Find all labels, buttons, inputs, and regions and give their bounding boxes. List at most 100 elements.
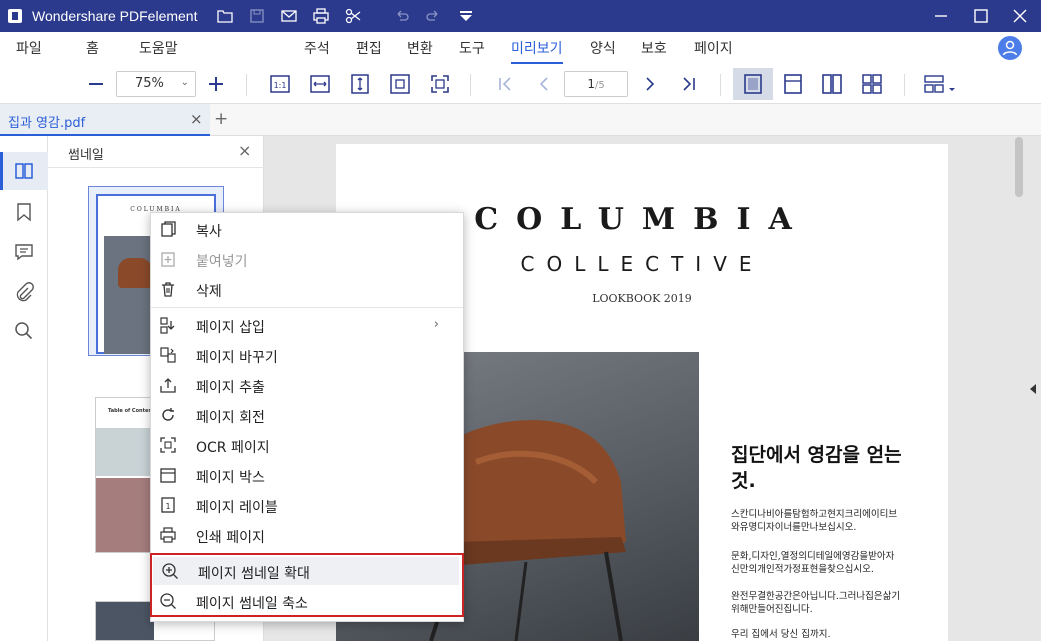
user-avatar-icon[interactable] (998, 36, 1022, 60)
fit-page-icon[interactable] (388, 72, 412, 96)
page-paragraph-4: 우리 집에서 당신 집까지. (731, 629, 831, 640)
redo-icon[interactable] (423, 6, 443, 26)
single-scroll-view-icon[interactable] (781, 72, 805, 96)
fit-width-icon[interactable] (308, 72, 332, 96)
ocr-icon (159, 436, 177, 454)
copy-icon (159, 220, 177, 238)
app-logo-icon (8, 9, 22, 23)
zoom-in-icon[interactable] (204, 72, 228, 96)
thumbnail-panel-button[interactable] (0, 152, 48, 190)
page-paragraph-1: 스칸디나비아를탐험하고현지크리에이티브와유명디자이너를만나보십시오. (731, 509, 898, 533)
app-title: Wondershare PDFelement (32, 8, 198, 24)
search-icon (15, 322, 33, 340)
menu-protect[interactable]: 보호 (641, 38, 667, 58)
menu-item-page-box[interactable]: 페이지 박스 (151, 461, 463, 489)
open-folder-icon[interactable] (215, 6, 235, 26)
zoom-value: 75% (135, 76, 164, 91)
paperclip-icon (16, 282, 34, 302)
menu-tools[interactable]: 도구 (459, 38, 485, 58)
comment-icon (15, 244, 33, 261)
zoom-out-icon[interactable] (84, 72, 108, 96)
menu-item-extract-page[interactable]: 페이지 추출 (151, 371, 463, 399)
previous-page-icon[interactable] (532, 72, 556, 96)
menu-file[interactable]: 파일 (16, 38, 42, 58)
menu-item-replace-page[interactable]: 페이지 바꾸기 (151, 341, 463, 369)
page-paragraph-2: 문화,디자인,열정의디테일에영감을받아자신만의개인적가정표현을찾으십시오. (731, 551, 895, 575)
menu-item-copy[interactable]: 복사 (151, 215, 463, 243)
toolbar-divider (246, 74, 247, 96)
trash-icon (159, 280, 177, 298)
page-number-input[interactable]: 1/5 (564, 71, 628, 97)
grid-view-icon[interactable] (860, 72, 884, 96)
add-tab-icon[interactable]: + (214, 109, 228, 129)
thumb-photo-3 (96, 602, 154, 640)
first-page-icon[interactable] (493, 72, 517, 96)
menu-comment[interactable]: 주석 (304, 38, 330, 58)
page-layout-dropdown-icon[interactable] (923, 72, 959, 96)
collapse-right-panel-icon[interactable] (1030, 384, 1036, 394)
menu-page[interactable]: 페이지 (694, 38, 733, 58)
menu-help[interactable]: 도움말 (139, 38, 178, 58)
menu-convert[interactable]: 변환 (407, 38, 433, 58)
menu-home[interactable]: 홈 (86, 38, 99, 58)
highlight-box (150, 553, 464, 617)
actual-size-icon[interactable]: 1:1 (268, 72, 292, 96)
search-panel-button[interactable] (0, 312, 48, 350)
email-icon[interactable] (279, 6, 299, 26)
view-toolbar: 75% ⌄ 1:1 1/5 (0, 64, 1041, 104)
menu-item-page-label[interactable]: 1 페이지 레이블 (151, 491, 463, 519)
title-bar: Wondershare PDFelement (0, 0, 1041, 32)
attachment-panel-button[interactable] (0, 273, 48, 311)
bookmark-panel-button[interactable] (0, 193, 48, 231)
current-page: 1 (587, 77, 595, 91)
full-screen-icon[interactable] (428, 72, 452, 96)
submenu-arrow-icon: › (433, 317, 439, 332)
svg-text:1: 1 (165, 502, 170, 511)
thumbnail-panel-title: 썸네일 (68, 148, 104, 163)
rotate-icon (159, 406, 177, 424)
thumb-block-2 (96, 478, 154, 552)
zoom-select[interactable]: 75% ⌄ (116, 71, 196, 97)
menu-edit[interactable]: 편집 (356, 38, 382, 58)
menu-item-insert-page[interactable]: 페이지 삽입 › (151, 311, 463, 339)
menu-item-rotate-page[interactable]: 페이지 회전 (151, 401, 463, 429)
toolbar-divider (720, 74, 721, 96)
toolbar-divider (470, 74, 471, 96)
scissors-icon[interactable] (343, 6, 363, 26)
menu-item-print-page[interactable]: 인쇄 페이지 (151, 521, 463, 549)
print-icon[interactable] (311, 6, 331, 26)
document-tab[interactable]: 집과 영감.pdf × (0, 104, 210, 136)
menu-item-paste[interactable]: 붙여넣기 (151, 245, 463, 273)
close-tab-icon[interactable]: × (190, 110, 203, 128)
undo-icon[interactable] (392, 6, 412, 26)
close-window-icon[interactable] (1010, 6, 1030, 26)
thumbnail-icon (15, 163, 33, 179)
menu-form[interactable]: 양식 (590, 38, 616, 58)
next-page-icon[interactable] (638, 72, 662, 96)
replace-page-icon (159, 346, 177, 364)
thumb-toc-title: Table of Conter (108, 408, 151, 414)
vertical-scrollbar[interactable] (1015, 137, 1023, 197)
menu-item-delete[interactable]: 삭제 (151, 275, 463, 303)
two-page-view-icon[interactable] (820, 72, 844, 96)
last-page-icon[interactable] (677, 72, 701, 96)
quick-access-menu-icon[interactable] (456, 6, 476, 26)
close-panel-icon[interactable]: × (238, 141, 251, 160)
menu-bar: 파일 홈 도움말 주석 편집 변환 도구 미리보기 양식 보호 페이지 (0, 32, 1041, 64)
thumb-photo-2 (96, 428, 154, 476)
tab-filename: 집과 영감.pdf (8, 116, 86, 131)
svg-text:1:1: 1:1 (274, 81, 287, 90)
page-box-icon (159, 466, 177, 484)
menu-item-ocr-page[interactable]: OCR 페이지 (151, 431, 463, 459)
single-page-view-icon[interactable] (741, 72, 765, 96)
page-headline: 집단에서 영감을 얻는것. (731, 444, 902, 492)
extract-page-icon (159, 376, 177, 394)
menu-preview[interactable]: 미리보기 (511, 38, 563, 64)
save-icon[interactable] (247, 6, 267, 26)
comment-panel-button[interactable] (0, 233, 48, 271)
minimize-icon[interactable] (931, 6, 951, 26)
page-paragraph-3: 완전무결한공간은아닙니다.그러나집은삶기위해만들어진집니다. (731, 591, 901, 615)
print-icon (159, 526, 177, 544)
maximize-icon[interactable] (971, 6, 991, 26)
fit-height-icon[interactable] (348, 72, 372, 96)
